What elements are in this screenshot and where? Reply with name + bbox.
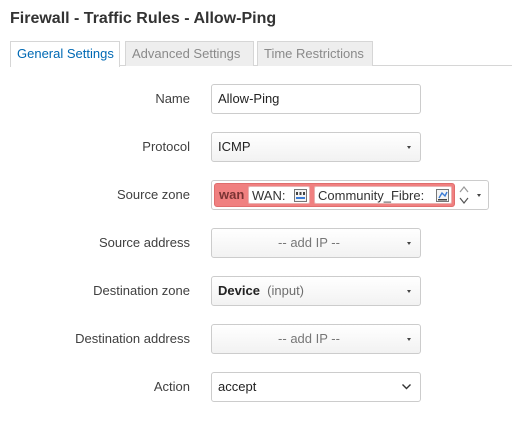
- destination-address-select[interactable]: -- add IP --: [211, 324, 421, 354]
- destination-zone-value: Device (input): [218, 277, 304, 305]
- zone-badge-wan: wan WAN: Community_Fibre:: [214, 183, 455, 207]
- row-destination-address: Destination address -- add IP --: [0, 324, 512, 354]
- source-address-placeholder: -- add IP --: [278, 235, 340, 250]
- caret-down-icon: [407, 242, 411, 245]
- source-zone-select[interactable]: wan WAN: Community_Fibre:: [211, 180, 489, 210]
- interface-chip-label: Community_Fibre:: [318, 188, 425, 203]
- protocol-select[interactable]: ICMP: [211, 132, 421, 162]
- network-interface-icon: [294, 189, 307, 202]
- action-label: Action: [153, 379, 190, 394]
- source-zone-label: Source zone: [117, 187, 190, 202]
- action-select[interactable]: accept: [211, 372, 421, 402]
- name-input[interactable]: Allow-Ping: [211, 84, 421, 114]
- row-action: Action accept: [0, 372, 512, 402]
- source-address-select[interactable]: -- add IP --: [211, 228, 421, 258]
- row-destination-zone: Destination zone Device (input): [0, 276, 512, 306]
- caret-down-icon: [407, 146, 411, 149]
- destination-address-placeholder: -- add IP --: [278, 331, 340, 346]
- tab-bar: General Settings Advanced Settings Time …: [10, 41, 512, 67]
- caret-down-icon: [477, 194, 481, 197]
- tab-general-settings[interactable]: General Settings: [10, 41, 120, 67]
- destination-zone-suffix: (input): [267, 283, 305, 298]
- interface-chip-wan: WAN:: [248, 186, 310, 204]
- chevron-down-icon: [402, 384, 411, 390]
- interface-chip-label: WAN:: [252, 188, 286, 203]
- network-interface-icon: [436, 189, 449, 202]
- row-source-address: Source address -- add IP --: [0, 228, 512, 258]
- destination-zone-label: Destination zone: [93, 283, 190, 298]
- zone-name: wan: [219, 187, 245, 202]
- protocol-label: Protocol: [142, 139, 190, 154]
- name-input-value: Allow-Ping: [218, 91, 280, 106]
- row-source-zone: Source zone wan WAN: Community_Fibre:: [0, 180, 512, 210]
- name-label: Name: [155, 91, 190, 106]
- caret-down-icon: [407, 338, 411, 341]
- action-select-value: accept: [218, 379, 257, 394]
- tab-advanced-settings[interactable]: Advanced Settings: [125, 41, 254, 66]
- destination-zone-select[interactable]: Device (input): [211, 276, 421, 306]
- row-protocol: Protocol ICMP: [0, 132, 512, 162]
- page-title: Firewall - Traffic Rules - Allow-Ping: [10, 10, 277, 27]
- caret-down-icon: [407, 290, 411, 293]
- protocol-select-value: ICMP: [218, 139, 251, 154]
- spinner-arrows-icon[interactable]: [458, 184, 470, 206]
- destination-address-label: Destination address: [75, 331, 190, 346]
- row-name: Name Allow-Ping: [0, 84, 512, 114]
- source-address-label: Source address: [98, 235, 190, 250]
- interface-chip-community-fibre: Community_Fibre:: [314, 186, 452, 204]
- destination-zone-name: Device: [218, 283, 260, 298]
- tab-time-restrictions[interactable]: Time Restrictions: [257, 41, 373, 66]
